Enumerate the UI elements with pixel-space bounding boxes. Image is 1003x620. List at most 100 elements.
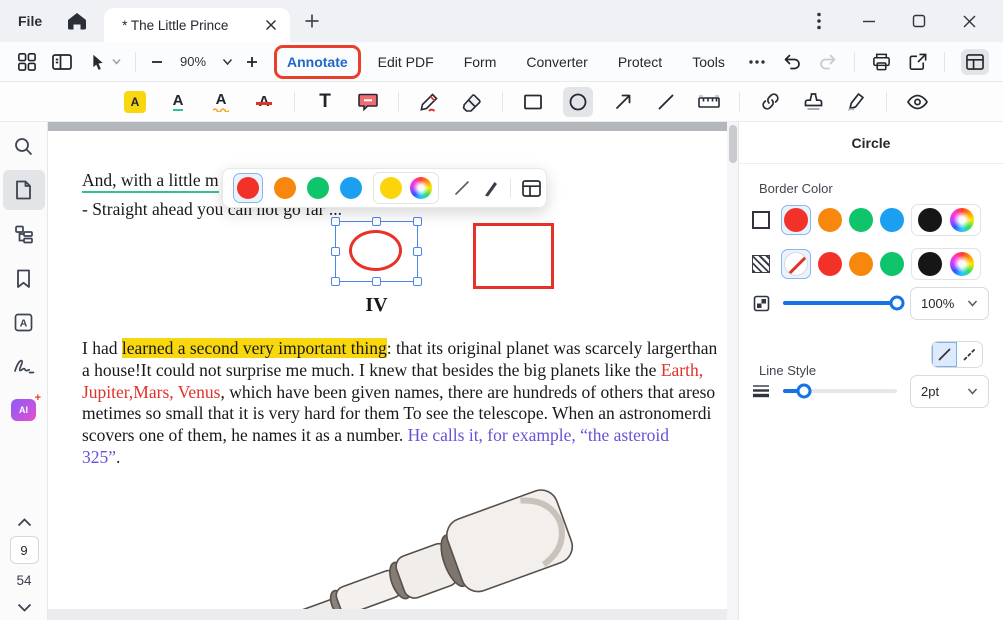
menu-kebab-icon[interactable] bbox=[807, 9, 831, 33]
line-width-slider[interactable] bbox=[783, 389, 897, 393]
export-share-icon[interactable] bbox=[908, 52, 928, 72]
ellipse-annotation-selection[interactable] bbox=[335, 221, 418, 282]
signature-tool-icon[interactable] bbox=[843, 89, 869, 115]
selection-handle[interactable] bbox=[372, 217, 381, 226]
current-page-input[interactable]: 9 bbox=[10, 536, 39, 564]
more-tools-icon[interactable] bbox=[748, 59, 766, 65]
selection-handle[interactable] bbox=[331, 247, 340, 256]
sidebar-thumbnails-icon[interactable] bbox=[3, 170, 45, 210]
opacity-slider-handle[interactable] bbox=[890, 296, 905, 311]
line-width-dropdown[interactable]: 2pt bbox=[910, 375, 989, 408]
open-properties-panel-icon[interactable] bbox=[521, 179, 542, 198]
sidebar-layout-icon[interactable] bbox=[51, 52, 73, 72]
line-width-slider-handle[interactable] bbox=[796, 384, 811, 399]
selection-handle[interactable] bbox=[372, 277, 381, 286]
visibility-eye-icon[interactable] bbox=[904, 89, 930, 115]
color-swatch-custom[interactable] bbox=[950, 252, 974, 276]
selection-handle[interactable] bbox=[413, 217, 422, 226]
select-tool-button[interactable] bbox=[87, 52, 121, 72]
tab-edit-pdf[interactable]: Edit PDF bbox=[378, 54, 434, 70]
ellipse-annotation[interactable] bbox=[349, 230, 402, 271]
thumbnail-grid-icon[interactable] bbox=[16, 51, 37, 72]
zoom-dropdown-chevron-icon[interactable] bbox=[222, 58, 233, 66]
file-menu[interactable]: File bbox=[18, 13, 42, 29]
tab-tools[interactable]: Tools bbox=[692, 54, 725, 70]
undo-button[interactable] bbox=[782, 53, 802, 71]
solid-line-style-button[interactable] bbox=[932, 342, 957, 367]
color-swatch-green[interactable] bbox=[307, 177, 329, 199]
measure-tool-icon[interactable] bbox=[696, 89, 722, 115]
selection-handle[interactable] bbox=[413, 247, 422, 256]
color-swatch-red[interactable] bbox=[784, 208, 808, 232]
color-swatch-red[interactable] bbox=[237, 177, 259, 199]
vertical-scrollbar[interactable] bbox=[727, 122, 738, 620]
underline-tool-icon[interactable]: A bbox=[165, 89, 191, 115]
color-swatch-custom[interactable] bbox=[950, 208, 974, 232]
tab-close-icon[interactable] bbox=[264, 18, 278, 32]
color-swatch-custom[interactable] bbox=[410, 177, 432, 199]
maximize-button[interactable] bbox=[907, 9, 931, 33]
tab-protect[interactable]: Protect bbox=[618, 54, 662, 70]
highlight-tool-icon[interactable]: A bbox=[122, 89, 148, 115]
sidebar-outline-icon[interactable] bbox=[3, 214, 45, 254]
sidebar-ai-icon[interactable]: AI bbox=[3, 390, 45, 430]
thin-line-style-icon[interactable] bbox=[453, 179, 471, 197]
selected-color-swatch[interactable] bbox=[781, 249, 811, 279]
pencil-tool-icon[interactable] bbox=[416, 89, 442, 115]
tab-converter[interactable]: Converter bbox=[526, 54, 587, 70]
color-swatch-yellow[interactable] bbox=[380, 177, 402, 199]
color-swatch-blue[interactable] bbox=[880, 208, 904, 232]
print-icon[interactable] bbox=[871, 52, 892, 72]
circle-tool-icon[interactable] bbox=[563, 87, 593, 117]
sidebar-bookmarks-icon[interactable] bbox=[3, 258, 45, 298]
redo-button[interactable] bbox=[818, 53, 838, 71]
color-swatch-none[interactable] bbox=[784, 252, 808, 276]
color-swatch-orange[interactable] bbox=[274, 177, 296, 199]
stamp-tool-icon[interactable] bbox=[800, 89, 826, 115]
sidebar-annotations-icon[interactable]: A bbox=[3, 302, 45, 342]
zoom-out-button[interactable] bbox=[150, 55, 164, 69]
color-swatch-black[interactable] bbox=[918, 252, 942, 276]
strikethrough-tool-icon[interactable]: A bbox=[251, 89, 277, 115]
opacity-dropdown[interactable]: 100% bbox=[910, 287, 989, 320]
zoom-in-button[interactable] bbox=[245, 55, 259, 69]
close-button[interactable] bbox=[957, 9, 981, 33]
document-tab[interactable]: * The Little Prince bbox=[104, 8, 290, 42]
opacity-slider[interactable] bbox=[783, 301, 897, 305]
selected-color-swatch[interactable] bbox=[233, 173, 263, 203]
color-swatch-orange[interactable] bbox=[818, 208, 842, 232]
selection-handle[interactable] bbox=[331, 277, 340, 286]
link-tool-icon[interactable] bbox=[757, 89, 783, 115]
comment-tool-icon[interactable] bbox=[355, 89, 381, 115]
new-tab-icon[interactable] bbox=[304, 13, 320, 29]
line-tool-icon[interactable] bbox=[653, 89, 679, 115]
color-swatch-green[interactable] bbox=[880, 252, 904, 276]
sidebar-signature-icon[interactable] bbox=[3, 346, 45, 386]
rectangle-annotation[interactable] bbox=[473, 223, 554, 289]
minimize-button[interactable] bbox=[857, 9, 881, 33]
next-page-icon[interactable] bbox=[17, 603, 32, 612]
selected-color-swatch[interactable] bbox=[781, 205, 811, 235]
zoom-level-value[interactable]: 90% bbox=[176, 54, 210, 69]
rectangle-tool-icon[interactable] bbox=[520, 89, 546, 115]
squiggly-tool-icon[interactable]: A bbox=[208, 89, 234, 115]
color-swatch-blue[interactable] bbox=[340, 177, 362, 199]
scrollbar-thumb[interactable] bbox=[729, 125, 737, 163]
color-swatch-red[interactable] bbox=[818, 252, 842, 276]
color-swatch-orange[interactable] bbox=[849, 252, 873, 276]
eraser-tool-icon[interactable] bbox=[459, 89, 485, 115]
previous-page-icon[interactable] bbox=[17, 518, 32, 527]
sidebar-search-icon[interactable] bbox=[3, 126, 45, 166]
text-tool-icon[interactable]: T bbox=[312, 89, 338, 115]
tab-annotate[interactable]: Annotate bbox=[287, 54, 348, 70]
dashed-line-style-button[interactable] bbox=[957, 342, 982, 367]
selection-handle[interactable] bbox=[331, 217, 340, 226]
color-swatch-black[interactable] bbox=[918, 208, 942, 232]
reading-layout-icon[interactable] bbox=[961, 49, 989, 75]
pen-width-icon[interactable] bbox=[481, 179, 500, 198]
tab-form[interactable]: Form bbox=[464, 54, 497, 70]
color-swatch-green[interactable] bbox=[849, 208, 873, 232]
home-icon[interactable] bbox=[66, 10, 88, 32]
arrow-tool-icon[interactable] bbox=[610, 89, 636, 115]
selection-handle[interactable] bbox=[413, 277, 422, 286]
